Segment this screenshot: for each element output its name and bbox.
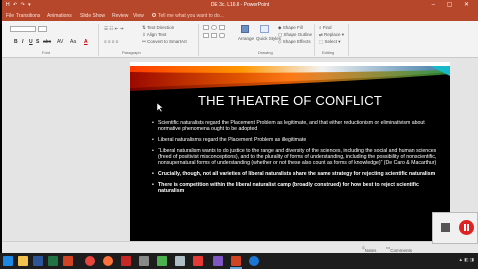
- powerpoint-icon[interactable]: [63, 256, 73, 266]
- quick-styles-button[interactable]: Quick Styles: [256, 25, 281, 49]
- arrow-shape-icon[interactable]: [203, 33, 209, 38]
- rounded-rect-shape-icon[interactable]: [219, 33, 225, 38]
- app-icon[interactable]: [175, 256, 185, 266]
- system-tray[interactable]: ▲ ◧ ◨: [459, 257, 474, 263]
- group-separator: [314, 24, 315, 56]
- chrome-icon[interactable]: [85, 256, 95, 266]
- bullets-icon[interactable]: ☰ ☷ ⇤ ⇥: [104, 26, 123, 32]
- tab-animations[interactable]: Animations: [47, 13, 72, 19]
- strikethrough-button[interactable]: abc: [43, 39, 51, 45]
- stop-recording-button[interactable]: [441, 223, 450, 232]
- app-icon[interactable]: [139, 256, 149, 266]
- shadow-button[interactable]: S: [36, 39, 39, 45]
- ribbon: B I U S abc AV Aa A Font ☰ ☷ ⇤ ⇥ ⇅ Text …: [2, 21, 478, 58]
- status-bar: ≡ Notes ▭ Comments: [2, 241, 478, 253]
- bullet-item[interactable]: Crucially, though, not all varieties of …: [152, 171, 444, 177]
- slide-header-swoosh: [130, 62, 450, 91]
- app-icon[interactable]: [157, 256, 167, 266]
- textbox-shape-icon[interactable]: [219, 25, 225, 30]
- tab-view[interactable]: View: [133, 13, 144, 19]
- tell-me-search[interactable]: Tell me what you want to do...: [152, 13, 224, 19]
- replace-button[interactable]: ⇄ Replace ▾: [319, 32, 344, 38]
- oval-shape-icon[interactable]: [211, 25, 217, 30]
- shapes-gallery[interactable]: [203, 25, 233, 47]
- select-label: Select: [324, 39, 338, 44]
- group-label-editing: Editing: [322, 50, 335, 55]
- bullet-item[interactable]: “Liberal naturalism wants to do justice …: [152, 148, 444, 166]
- quick-styles-icon: [260, 25, 269, 33]
- title-bar: H ↶ ↷ ▾ DE 3c. L16.ll - PowerPoint – ▢ ✕: [2, 0, 478, 11]
- group-separator: [348, 24, 349, 56]
- window-title: DE 3c. L16.ll - PowerPoint: [210, 2, 270, 8]
- shape-effects-label: Shape Effects: [282, 39, 311, 44]
- tab-file[interactable]: File: [6, 13, 14, 19]
- pause-recording-button[interactable]: [459, 220, 474, 235]
- shape-fill-label: Shape Fill: [282, 25, 303, 30]
- window-controls[interactable]: – ▢ ✕: [432, 1, 474, 8]
- character-spacing-button[interactable]: AV: [57, 39, 63, 45]
- tell-me-text: Tell me what you want to do...: [158, 13, 224, 19]
- app-icon[interactable]: [213, 256, 223, 266]
- font-color-button[interactable]: A: [84, 39, 88, 45]
- font-name-box[interactable]: [10, 26, 36, 32]
- find-label: Find: [322, 25, 332, 30]
- rectangle-shape-icon[interactable]: [203, 25, 209, 30]
- app-icon[interactable]: [231, 256, 241, 266]
- recording-controls: [432, 212, 478, 244]
- thumbnail-pane[interactable]: [2, 58, 130, 241]
- text-direction-label: Text Direction: [146, 25, 175, 30]
- bullet-item[interactable]: There is competition within the liberal …: [152, 182, 444, 194]
- word-icon[interactable]: [33, 256, 43, 266]
- mouse-cursor-icon: [157, 103, 163, 112]
- convert-smartart-label: Convert to SmartArt: [147, 39, 187, 44]
- excel-icon[interactable]: [48, 256, 58, 266]
- group-label-paragraph: Paragraph: [122, 50, 141, 55]
- notes-button[interactable]: ≡ Notes: [362, 245, 376, 253]
- bullet-item[interactable]: Scientific naturalists regard the Placem…: [152, 120, 444, 132]
- group-label-font: Font: [42, 50, 51, 55]
- lightbulb-icon: [152, 13, 156, 17]
- group-label-drawing: Drawing: [258, 50, 273, 55]
- font-size-box[interactable]: [38, 26, 47, 32]
- app-icon[interactable]: [121, 256, 131, 266]
- align-text-button[interactable]: ⇳ Align Text: [142, 32, 166, 38]
- app-icon[interactable]: [249, 256, 259, 266]
- line-shape-icon[interactable]: [211, 33, 217, 38]
- powerpoint-window: H ↶ ↷ ▾ DE 3c. L16.ll - PowerPoint – ▢ ✕…: [2, 0, 478, 253]
- ribbon-tabs: File Transitions Animations Slide Show R…: [2, 11, 478, 21]
- text-direction-button[interactable]: ⇅ Text Direction: [142, 25, 174, 31]
- align-text-label: Align Text: [146, 32, 167, 37]
- shape-effects-button[interactable]: ◇ Shape Effects: [278, 39, 311, 45]
- shape-fill-button[interactable]: ◆ Shape Fill: [278, 25, 303, 31]
- windows-icon[interactable]: [3, 256, 13, 266]
- arrange-button[interactable]: Arrange: [238, 25, 255, 49]
- explorer-icon[interactable]: [18, 256, 28, 266]
- firefox-icon[interactable]: [103, 256, 113, 266]
- shape-outline-button[interactable]: ▢ Shape Outline: [278, 32, 312, 38]
- arrange-label: Arrange: [238, 36, 255, 41]
- group-separator: [98, 24, 99, 56]
- convert-smartart-button[interactable]: ⚯ Convert to SmartArt: [142, 39, 187, 45]
- windows-taskbar: ▲ ◧ ◨: [0, 253, 478, 269]
- slide-bullet-list[interactable]: Scientific naturalists regard the Placem…: [152, 120, 444, 199]
- tab-transitions[interactable]: Transitions: [16, 13, 40, 19]
- group-separator: [198, 24, 199, 56]
- underline-button[interactable]: U: [29, 39, 33, 45]
- tab-slide-show[interactable]: Slide Show: [80, 13, 105, 19]
- italic-button[interactable]: I: [22, 39, 23, 45]
- current-slide[interactable]: THE THEATRE OF CONFLICT Scientific natur…: [130, 62, 450, 241]
- arrange-icon: [241, 25, 249, 33]
- align-buttons[interactable]: ≡ ≡ ≡ ≡: [104, 39, 118, 44]
- slide-title[interactable]: THE THEATRE OF CONFLICT: [130, 93, 450, 108]
- shape-outline-label: Shape Outline: [283, 32, 313, 37]
- pdf-icon[interactable]: [193, 256, 203, 266]
- change-case-button[interactable]: Aa: [70, 39, 76, 45]
- comments-button[interactable]: ▭ Comments: [386, 245, 412, 253]
- select-button[interactable]: ⬚ Select ▾: [319, 39, 341, 45]
- replace-label: Replace: [324, 32, 341, 37]
- bold-button[interactable]: B: [14, 39, 18, 45]
- find-button[interactable]: ⌕ Find: [319, 25, 332, 30]
- tab-review[interactable]: Review: [112, 13, 128, 19]
- bullet-item[interactable]: Liberal naturalisms regard the Placement…: [152, 137, 444, 143]
